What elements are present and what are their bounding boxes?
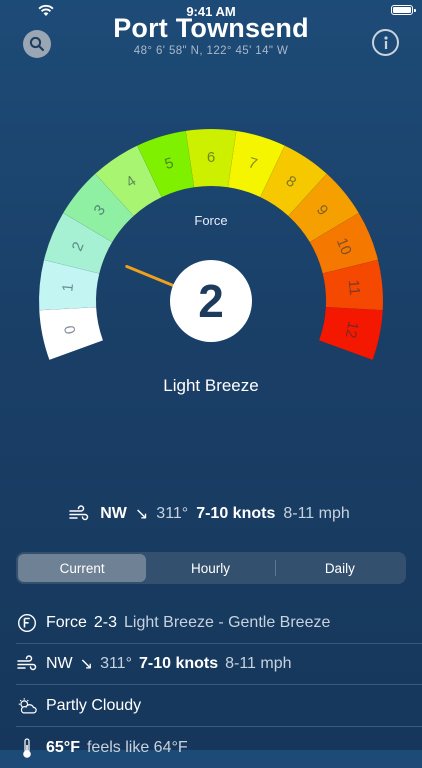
- wind-summary: NW ↘ 311° 7-10 knots 8-11 mph: [0, 504, 422, 524]
- force-icon: [16, 612, 38, 634]
- summary-knots: 7-10 knots: [196, 505, 276, 522]
- tab-hourly[interactable]: Hourly: [146, 554, 274, 582]
- wind-mph: 8-11 mph: [225, 654, 292, 672]
- tab-daily[interactable]: Daily: [276, 554, 404, 582]
- force-range-description: Light Breeze - Gentle Breeze: [124, 613, 331, 631]
- summary-degrees: 311°: [156, 505, 189, 522]
- location-coordinates: 48° 6' 58" N, 122° 45' 14" W: [133, 45, 289, 57]
- sky-condition: Partly Cloudy: [46, 696, 142, 714]
- gauge-tick-label: 6: [207, 149, 215, 166]
- info-button[interactable]: [372, 29, 399, 56]
- wind-row: NW ↘ 311° 7-10 knots 8-11 mph: [16, 643, 406, 684]
- gauge-force-label: Force: [194, 213, 228, 228]
- summary-mph: 8-11 mph: [283, 505, 350, 522]
- summary-direction: NW: [100, 505, 127, 522]
- temperature-row: 65°F feels like 64°F: [16, 727, 406, 768]
- info-icon: [383, 35, 388, 49]
- wind-degrees: 311°: [100, 654, 132, 672]
- force-description: Light Breeze: [163, 376, 259, 395]
- wind-icon: [16, 653, 38, 675]
- force-title: Force: [46, 613, 87, 631]
- wind-knots: 7-10 knots: [138, 654, 219, 672]
- gauge-tick-label: 1: [59, 283, 77, 293]
- sky-row: Partly Cloudy: [16, 685, 406, 726]
- gauge-tick-label: 12: [342, 320, 362, 340]
- tab-current[interactable]: Current: [18, 554, 147, 582]
- force-row: Force 2-3 Light Breeze - Gentle Breeze: [16, 602, 406, 643]
- temperature: 65°F: [46, 738, 80, 756]
- wind-direction: NW: [46, 654, 73, 672]
- gauge-tick-label: 11: [345, 279, 363, 296]
- partly-cloudy-icon: [16, 695, 38, 717]
- wind-icon: [69, 505, 89, 521]
- page-title: Port Townsend: [113, 13, 309, 43]
- thermometer-icon: [16, 737, 38, 759]
- wind-arrow: ↘: [79, 655, 94, 673]
- force-value: 2: [170, 260, 252, 342]
- feels-like: feels like 64°F: [86, 738, 188, 756]
- force-range: 2-3: [93, 613, 118, 631]
- summary-arrow: ↘: [134, 506, 149, 523]
- forecast-tabs: Current Hourly Daily: [16, 552, 406, 584]
